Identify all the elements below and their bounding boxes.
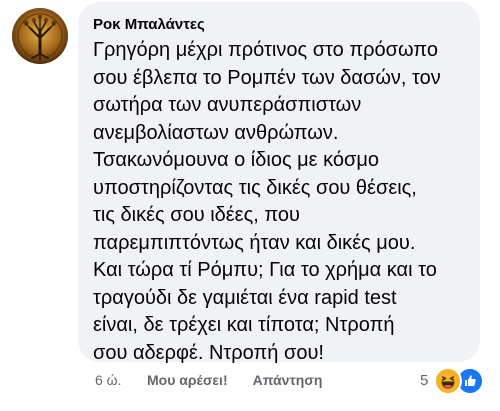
comment-line: σου έβλεπα το Ρομπέν των δασών, τον xyxy=(93,66,441,89)
comment-line: παρεμπιπτόντως ήταν και δικές μου. xyxy=(93,231,416,254)
reply-button[interactable]: Απάντηση xyxy=(253,371,323,389)
reaction-count: 5 xyxy=(420,371,429,389)
comment-line: τραγούδι δε γαμιέται ένα rapid test xyxy=(93,286,397,309)
comment-bubble: Ροκ Μπαλάντες Γρηγόρη μέχρι πρότινος στο… xyxy=(78,2,480,364)
reactions-summary[interactable]: 5 xyxy=(420,365,485,395)
comment-text: Γρηγόρη μέχρι πρότινος στο πρόσωπο σου έ… xyxy=(93,37,466,367)
comment-author[interactable]: Ροκ Μπαλάντες xyxy=(93,16,466,34)
comment-line: τις δικές σου ιδέες, που xyxy=(93,204,300,226)
comment-actions: 6 ώ. Μου αρέσει! Απάντηση xyxy=(95,371,322,389)
comment-timestamp[interactable]: 6 ώ. xyxy=(95,371,147,389)
comment-item: Ροκ Μπαλάντες Γρηγόρη μέχρι πρότινος στο… xyxy=(0,0,500,411)
haha-icon xyxy=(434,367,463,395)
tree-logo-icon xyxy=(12,8,68,64)
comment-line: σου αδερφέ. Ντροπή σου! xyxy=(93,341,324,364)
like-button[interactable]: Μου αρέσει! xyxy=(147,371,228,389)
comment-line: είναι, δε τρέχει και τίποτα; Ντροπή xyxy=(93,314,395,336)
comment-line: υποστηρίζοντας τις δικές σου θέσεις, xyxy=(93,176,417,199)
comment-line: ανεμβολίαστων ανθρώπων. xyxy=(93,121,339,144)
comment-line: Γρηγόρη μέχρι πρότινος στο πρόσωπο xyxy=(93,39,438,61)
avatar[interactable] xyxy=(12,8,68,64)
comment-line: Τσακωνόμουνα ο ίδιος με κόσμο xyxy=(93,149,380,171)
comment-line: Και τώρα τί Ρόμπυ; Για το χρήμα και το xyxy=(93,259,437,281)
reaction-icons xyxy=(430,366,485,395)
comment-line: σωτήρα των ανυπεράσπιστων xyxy=(93,94,362,116)
